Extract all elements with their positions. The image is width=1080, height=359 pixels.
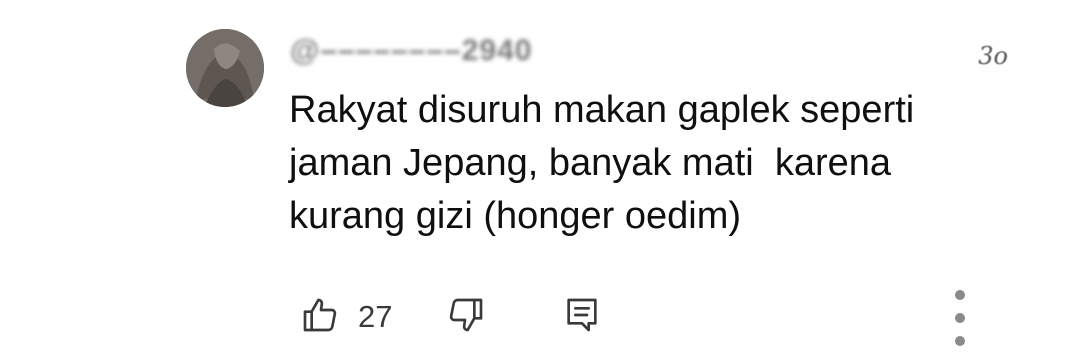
comment-actions: 27 — [300, 292, 1000, 342]
avatar-image — [186, 29, 264, 107]
comment-text: Rakyat disuruh makan gaplek seperti jama… — [289, 89, 915, 237]
comment-author[interactable]: @––––––––2940 — [290, 31, 532, 71]
avatar[interactable] — [186, 29, 264, 107]
like-button[interactable]: 27 — [300, 292, 392, 342]
more-vertical-icon-dot — [955, 336, 965, 346]
comment: @––––––––2940 3o Rakyat disuruh makan ga… — [0, 0, 1080, 359]
more-vertical-icon-dot — [955, 313, 965, 323]
like-count: 27 — [358, 299, 393, 334]
more-options-button[interactable] — [948, 290, 972, 346]
thumbs-down-icon — [446, 295, 486, 340]
comment-icon — [562, 295, 602, 340]
dislike-button[interactable] — [446, 292, 486, 342]
reply-button[interactable] — [562, 292, 602, 342]
comment-timestamp: 3o — [978, 42, 1008, 70]
more-vertical-icon-dot — [955, 290, 965, 300]
author-handle[interactable]: @––––––––2940 — [290, 34, 532, 68]
thumbs-up-icon — [300, 295, 340, 340]
